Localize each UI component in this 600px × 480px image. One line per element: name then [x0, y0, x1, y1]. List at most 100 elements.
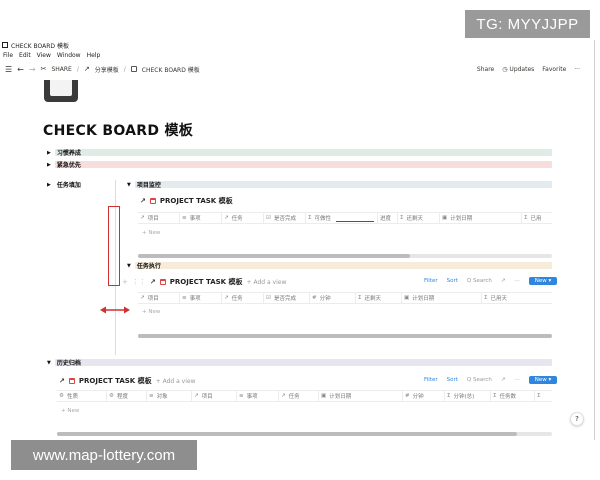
- new-record-button[interactable]: New ▾: [528, 376, 558, 384]
- clock-icon: ◷: [502, 65, 508, 73]
- column-header[interactable]: # 分钟: [310, 293, 356, 303]
- column-header[interactable]: Σ 任务数: [491, 391, 535, 401]
- column-header[interactable]: Σ 可做性: [306, 213, 378, 223]
- database-title[interactable]: + ⋮⋮ ↗ PROJECT TASK 模板 + Add a view: [122, 277, 286, 287]
- column-header[interactable]: ⚙ 性质: [57, 391, 107, 401]
- search-button[interactable]: Q Search: [467, 377, 492, 383]
- forward-arrow-icon[interactable]: →: [29, 65, 36, 74]
- sort-button[interactable]: Sort: [447, 377, 458, 383]
- page-cover-icon[interactable]: [44, 80, 78, 102]
- column-header[interactable]: Σ 已用: [522, 213, 552, 223]
- section-label: 任务执行: [136, 263, 161, 270]
- toggle-arrow-icon[interactable]: ▶: [47, 162, 51, 168]
- column-header[interactable]: ↗ 项目: [138, 213, 180, 223]
- section-label: 历史归档: [56, 360, 81, 367]
- column-header[interactable]: ↗ 任务: [222, 293, 264, 303]
- menu-view[interactable]: View: [37, 52, 51, 59]
- menu-window[interactable]: Window: [57, 52, 81, 59]
- updates-label: Updates: [509, 65, 535, 73]
- updates-button[interactable]: ◷ Updates: [502, 66, 534, 73]
- calendar-icon: [149, 198, 156, 204]
- toggle-arrow-down-icon[interactable]: ▼: [127, 182, 131, 188]
- page-link-icon: ↗: [83, 65, 90, 73]
- toggle-arrow-down-icon[interactable]: ▼: [47, 360, 51, 366]
- toggle-add-task[interactable]: ▶ 任务填加: [47, 180, 81, 190]
- database-title[interactable]: ↗ PROJECT TASK 模板 + Add a view: [59, 376, 196, 386]
- column-header[interactable]: ↗ 任务: [279, 391, 319, 401]
- column-header[interactable]: ↗ 任务: [222, 213, 264, 223]
- page-title[interactable]: CHECK BOARD 模板: [43, 120, 193, 140]
- menu-edit[interactable]: Edit: [19, 52, 31, 59]
- column-header[interactable]: ≡ 对象: [147, 391, 192, 401]
- column-header[interactable]: ⚙ 程度: [107, 391, 147, 401]
- share-button[interactable]: Share: [477, 66, 494, 73]
- horizontal-scrollbar-thumb[interactable]: [57, 432, 517, 436]
- more-options-button[interactable]: ···: [574, 66, 580, 73]
- column-header[interactable]: ☑ 是否完成: [264, 293, 310, 303]
- database-title[interactable]: ↗ PROJECT TASK 模板: [140, 196, 233, 206]
- favorite-button[interactable]: Favorite: [542, 66, 566, 73]
- horizontal-scrollbar-thumb[interactable]: [138, 334, 552, 338]
- expand-icon[interactable]: ↗: [501, 278, 506, 284]
- band-project-monitor: [135, 181, 552, 188]
- toggle-label: 习惯养成: [56, 150, 81, 157]
- column-header[interactable]: Σ 分钟(总): [445, 391, 491, 401]
- toggle-arrow-icon[interactable]: ▶: [47, 150, 51, 156]
- sort-button[interactable]: Sort: [447, 278, 458, 284]
- column-header[interactable]: ▣ 计划日期: [402, 293, 482, 303]
- toggle-project-monitor[interactable]: ▼ 项目监控: [127, 180, 161, 190]
- column-header[interactable]: ☑ 是否完成: [264, 213, 306, 223]
- breadcrumb-check-board[interactable]: CHECK BOARD 模板: [142, 65, 200, 74]
- search-button[interactable]: Q Search: [467, 278, 492, 284]
- add-block-icon[interactable]: +: [122, 278, 128, 286]
- new-row-button[interactable]: + New: [61, 408, 79, 414]
- drag-handle-icon[interactable]: ⋮⋮: [132, 278, 146, 286]
- new-row-button[interactable]: + New: [142, 230, 160, 236]
- new-record-button[interactable]: New ▾: [528, 277, 558, 285]
- toggle-urgent[interactable]: ▶ 紧急优先: [47, 160, 81, 170]
- column-resize-indicator: [336, 221, 374, 222]
- breadcrumb-share[interactable]: SHARE: [51, 66, 71, 73]
- toggle-habit[interactable]: ▶ 习惯养成: [47, 148, 81, 158]
- menu-file[interactable]: File: [3, 52, 13, 59]
- sidebar-toggle-icon[interactable]: ☰: [5, 65, 12, 74]
- toggle-arrow-icon[interactable]: ▶: [47, 182, 51, 188]
- column-header[interactable]: ▣ 计划日期: [440, 213, 522, 223]
- column-header[interactable]: ↗ 项目: [192, 391, 237, 401]
- toggle-task-execution[interactable]: ▼ 任务执行: [127, 261, 161, 271]
- column-header[interactable]: Σ 已用天: [482, 293, 552, 303]
- band-history-archive: [55, 359, 552, 366]
- more-icon[interactable]: ···: [515, 377, 520, 383]
- help-button[interactable]: ?: [570, 412, 584, 426]
- column-header[interactable]: ≡ 事项: [180, 213, 222, 223]
- column-header[interactable]: Σ 还剩天: [398, 213, 440, 223]
- column-header[interactable]: Σ: [535, 391, 552, 401]
- column-header[interactable]: 进度: [378, 213, 398, 223]
- menu-help[interactable]: Help: [87, 52, 101, 59]
- toggle-arrow-down-icon[interactable]: ▼: [127, 263, 131, 269]
- page-icon: [130, 66, 137, 72]
- column-header[interactable]: ▣ 计划日期: [319, 391, 403, 401]
- band-urgent: [55, 161, 552, 168]
- new-row-button[interactable]: + New: [142, 309, 160, 315]
- database-title-text: PROJECT TASK 模板: [169, 278, 243, 286]
- filter-button[interactable]: Filter: [424, 377, 438, 383]
- column-header[interactable]: ↗ 项目: [138, 293, 180, 303]
- toggle-history-archive[interactable]: ▼ 历史归档: [47, 358, 81, 368]
- column-header[interactable]: ≡ 事项: [237, 391, 279, 401]
- add-view-button[interactable]: + Add a view: [156, 378, 196, 385]
- back-arrow-icon[interactable]: ←: [17, 65, 24, 74]
- view-toolbar: Filter Sort Q Search ↗ ··· New ▾: [424, 376, 558, 384]
- expand-icon[interactable]: ↗: [501, 377, 506, 383]
- column-header[interactable]: # 分钟: [403, 391, 445, 401]
- add-view-button[interactable]: + Add a view: [247, 279, 287, 286]
- more-icon[interactable]: ···: [515, 278, 520, 284]
- horizontal-scrollbar-thumb[interactable]: [138, 254, 410, 258]
- column-header[interactable]: Σ 还剩天: [356, 293, 402, 303]
- toggle-label: 紧急优先: [56, 162, 81, 169]
- linked-db-arrow-icon: ↗: [140, 197, 146, 205]
- database-title-text: PROJECT TASK 模板: [159, 197, 233, 205]
- column-header[interactable]: ≡ 事项: [180, 293, 222, 303]
- filter-button[interactable]: Filter: [424, 278, 438, 284]
- breadcrumb-share-templates[interactable]: 分享模板: [95, 65, 119, 74]
